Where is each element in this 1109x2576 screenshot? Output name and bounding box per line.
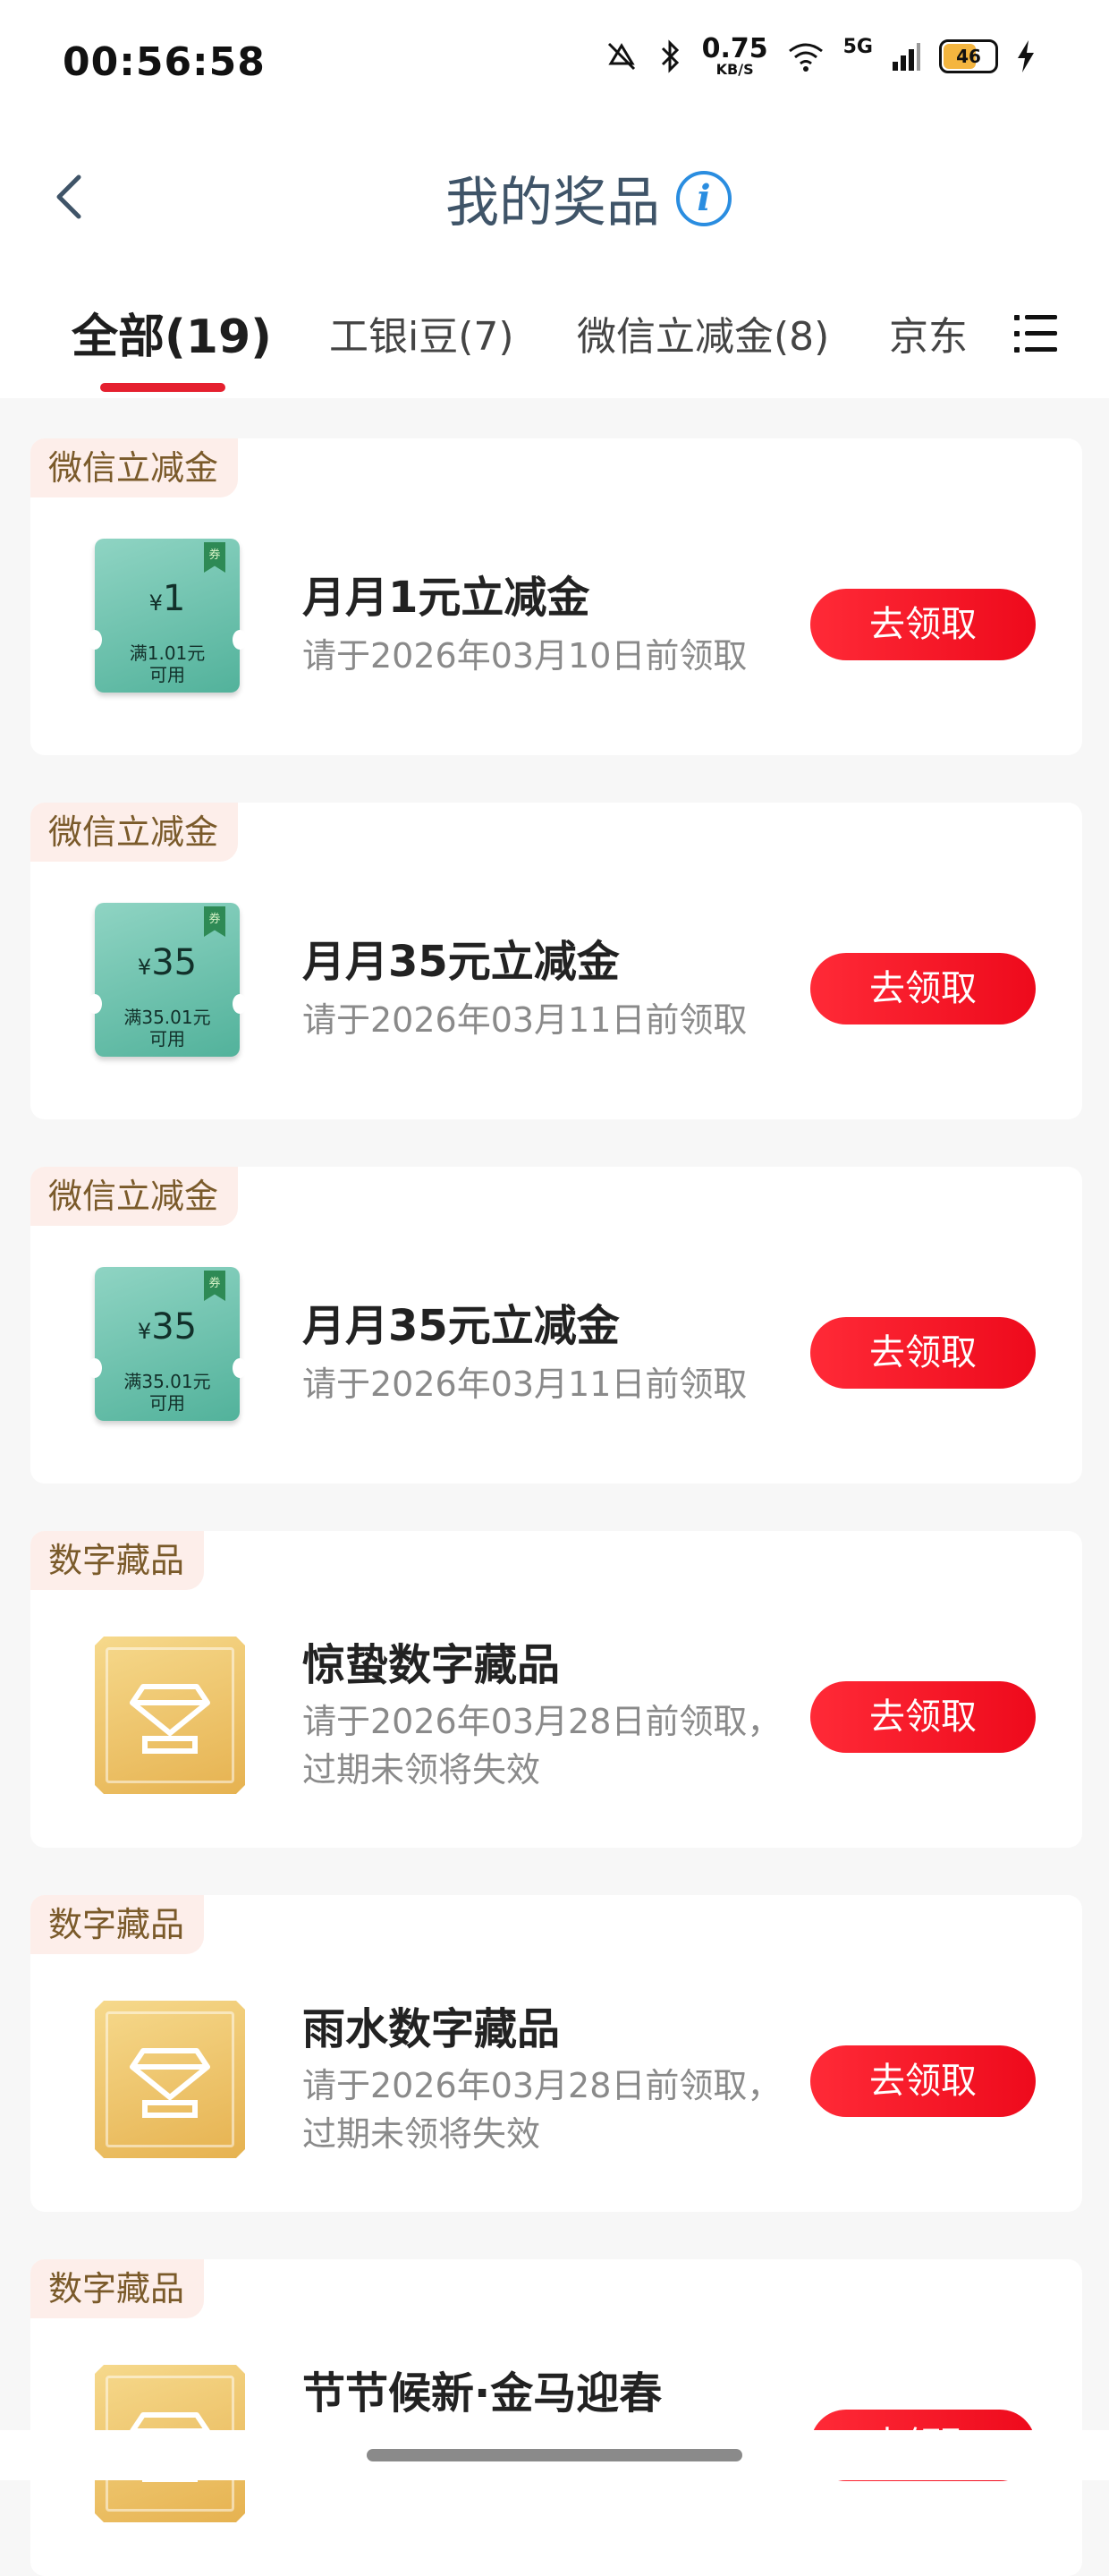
page-header: 我的奖品 i: [0, 134, 1109, 259]
signal-icon: [893, 43, 920, 71]
prize-name: 节节候新·金马迎春: [302, 2368, 663, 2419]
menu-list-icon[interactable]: [1014, 313, 1057, 354]
coupon-thumbnail: 券 ¥35 满35.01元 可用: [88, 1267, 247, 1421]
coupon-badge-icon: 券: [204, 906, 225, 937]
prize-deadline: 请于2026年03月28日前领取， 过期未领将失效: [302, 2066, 782, 2154]
tab-jd[interactable]: 京东: [889, 304, 968, 361]
network-type: 5G: [842, 36, 873, 58]
prize-card: 微信立减金 券 ¥35 满35.01元 可用 月月35元立减金 请于2026年03…: [30, 803, 1082, 1119]
info-glyph: i: [697, 177, 711, 219]
prize-card: 微信立减金 券 ¥35 满35.01元 可用 月月35元立减金 请于2026年03…: [30, 1167, 1082, 1484]
net-speed: 0.75 KB/S: [702, 36, 768, 77]
claim-button[interactable]: 去领取: [810, 953, 1036, 1024]
coupon-badge-icon: 券: [204, 1271, 225, 1301]
wifi-icon: [788, 43, 823, 72]
net-speed-unit: KB/S: [715, 61, 754, 78]
claim-button[interactable]: 去领取: [810, 589, 1036, 660]
page-title: 我的奖品: [445, 172, 660, 234]
category-tabs: 全部(19) 工银i豆(7) 微信立减金(8) 京东: [0, 295, 1109, 394]
category-tag: 数字藏品: [30, 1895, 205, 1954]
claim-button[interactable]: 去领取: [810, 1317, 1036, 1389]
tab-wechat-discount[interactable]: 微信立减金(8): [577, 304, 829, 361]
prize-name: 月月35元立减金: [302, 1301, 620, 1351]
prize-deadline: 请于2026年03月11日前领取: [302, 1365, 748, 1404]
category-tag: 微信立减金: [30, 803, 239, 862]
page-title-group: 我的奖品 i: [445, 159, 732, 237]
coupon-condition: 满35.01元 可用: [123, 1007, 211, 1050]
prize-name: 雨水数字藏品: [302, 2004, 561, 2054]
battery-icon: 46: [939, 39, 998, 73]
diamond-icon: [125, 1671, 215, 1760]
back-chevron-icon[interactable]: [45, 170, 98, 224]
claim-button[interactable]: 去领取: [810, 2045, 1036, 2117]
status-icons: 0.75 KB/S 5G 46: [604, 36, 1036, 77]
category-tag: 数字藏品: [30, 1531, 205, 1590]
coupon-thumbnail: 券 ¥1 满1.01元 可用: [88, 539, 247, 693]
net-speed-value: 0.75: [701, 33, 768, 64]
category-tag: 微信立减金: [30, 1167, 239, 1226]
info-icon[interactable]: i: [676, 170, 732, 226]
coupon-condition: 满35.01元 可用: [123, 1371, 211, 1414]
status-time: 00:56:58: [63, 39, 266, 85]
prize-deadline: 请于2026年03月28日前领取， 过期未领将失效: [302, 1702, 782, 1790]
prize-card: 微信立减金 券 ¥1 满1.01元 可用 月月1元立减金 请于2026年03月10…: [30, 438, 1082, 755]
coupon-amount: ¥35: [137, 942, 198, 983]
category-tag: 微信立减金: [30, 438, 239, 497]
coupon-condition: 满1.01元 可用: [129, 642, 206, 685]
prize-deadline: 请于2026年03月11日前领取: [302, 1000, 748, 1040]
prize-card: 数字藏品 节节候新·金马迎春 去领取: [30, 2259, 1082, 2576]
do-not-disturb-icon: [607, 42, 635, 71]
battery-level: 46: [956, 46, 981, 67]
prize-card: 数字藏品 惊蛰数字藏品 请于2026年03月28日前领取， 过期未领将失效 去领取: [30, 1531, 1082, 1848]
prize-deadline: 请于2026年03月10日前领取: [302, 636, 748, 676]
status-bar: 00:56:58 0.75 KB/S 5G 46: [0, 0, 1109, 125]
tab-icbc-beans[interactable]: 工银i豆(7): [329, 304, 514, 361]
digital-collectible-thumbnail: [95, 2001, 240, 2155]
coupon-thumbnail: 券 ¥35 满35.01元 可用: [88, 903, 247, 1057]
charging-icon: [1018, 40, 1034, 72]
coupon-amount: ¥35: [137, 1306, 198, 1348]
tab-all[interactable]: 全部(19): [72, 299, 272, 366]
prize-name: 月月1元立减金: [302, 573, 590, 623]
digital-collectible-thumbnail: [95, 1637, 240, 1790]
coupon-badge-icon: 券: [204, 542, 225, 573]
claim-button[interactable]: 去领取: [810, 1681, 1036, 1753]
category-tag: 数字藏品: [30, 2259, 205, 2318]
bluetooth-icon: [661, 39, 679, 73]
prize-name: 月月35元立减金: [302, 937, 620, 987]
prize-name: 惊蛰数字藏品: [302, 1640, 561, 1690]
diamond-icon: [125, 2035, 215, 2124]
coupon-amount: ¥1: [148, 578, 186, 619]
top-bar: 00:56:58 0.75 KB/S 5G 46 我的奖品 i 全部(19) 工…: [0, 0, 1109, 398]
prize-card: 数字藏品 雨水数字藏品 请于2026年03月28日前领取， 过期未领将失效 去领取: [30, 1895, 1082, 2212]
active-tab-indicator: [100, 383, 225, 392]
home-indicator[interactable]: [367, 2449, 742, 2461]
